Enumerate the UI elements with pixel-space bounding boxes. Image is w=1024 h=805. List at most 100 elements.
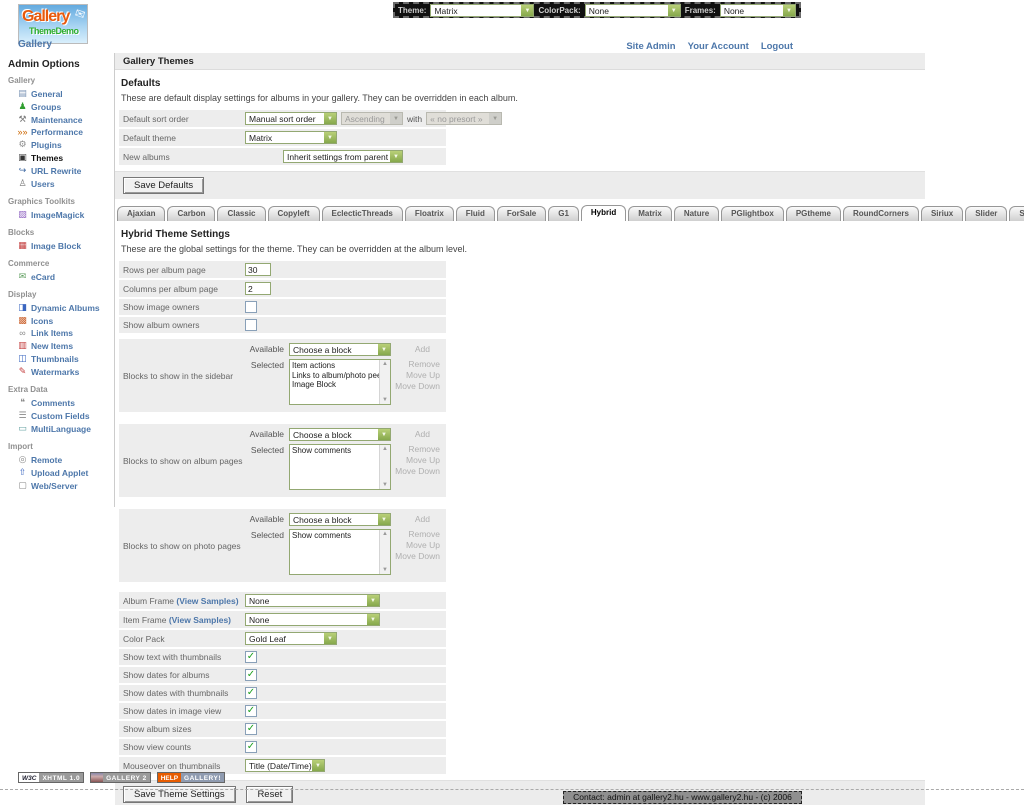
- selected-blocks-listbox[interactable]: Show comments▲▼: [289, 444, 391, 490]
- sidebar-item-web-server[interactable]: ▢Web/Server: [0, 479, 114, 492]
- scroll-down-icon[interactable]: ▼: [382, 397, 388, 403]
- sidebar-item-watermarks[interactable]: ✎Watermarks: [0, 365, 114, 378]
- remove-link[interactable]: Remove: [395, 359, 440, 370]
- sidebar-item-icons[interactable]: ▩Icons: [0, 314, 114, 327]
- sidebar-item-url-rewrite[interactable]: ↪URL Rewrite: [0, 164, 114, 177]
- text-input-rows-per-album-page[interactable]: [245, 263, 271, 276]
- sidebar-item-multilanguage[interactable]: ▭MultiLanguage: [0, 422, 114, 435]
- move-down-link[interactable]: Move Down: [395, 381, 440, 392]
- album-frame-select[interactable]: None▼: [245, 594, 380, 607]
- scroll-down-icon[interactable]: ▼: [382, 567, 388, 573]
- scroll-up-icon[interactable]: ▲: [382, 361, 388, 367]
- scrollbar[interactable]: ▲▼: [379, 445, 390, 489]
- checkbox[interactable]: ✓: [245, 705, 257, 717]
- checkbox[interactable]: ✓: [245, 687, 257, 699]
- scrollbar[interactable]: ▲▼: [379, 360, 390, 404]
- sidebar-item-groups[interactable]: ♟Groups: [0, 100, 114, 113]
- tab-pglightbox[interactable]: PGlightbox: [721, 206, 784, 221]
- sidebar-item-dynamic-albums[interactable]: ◨Dynamic Albums: [0, 301, 114, 314]
- move-down-link[interactable]: Move Down: [395, 466, 440, 477]
- add-link[interactable]: Add: [415, 428, 430, 439]
- checkbox[interactable]: [245, 319, 257, 331]
- tab-forsale[interactable]: ForSale: [497, 206, 546, 221]
- listbox-item[interactable]: Links to album/photo peers: [292, 371, 377, 381]
- w3c-xhtml-badge[interactable]: W3C XHTML 1.0: [18, 772, 84, 783]
- help-gallery-badge[interactable]: HELP GALLERY!: [157, 772, 225, 783]
- sidebar-item-performance[interactable]: »»Performance: [0, 126, 114, 138]
- sidebar-item-themes[interactable]: ▣Themes: [0, 151, 114, 164]
- tab-eclecticthreads[interactable]: EclecticThreads: [322, 206, 403, 221]
- view-samples-link[interactable]: (View Samples): [176, 596, 238, 606]
- view-samples-link[interactable]: (View Samples): [169, 615, 231, 625]
- selected-blocks-listbox[interactable]: Show comments▲▼: [289, 529, 391, 575]
- logout-link[interactable]: Logout: [761, 41, 793, 52]
- move-up-link[interactable]: Move Up: [395, 370, 440, 381]
- sidebar-item-upload-applet[interactable]: ⇧Upload Applet: [0, 466, 114, 479]
- default-sort-order-select[interactable]: Manual sort order▼: [245, 112, 337, 125]
- tab-splatbang[interactable]: Splatbang: [1009, 206, 1024, 221]
- move-up-link[interactable]: Move Up: [395, 540, 440, 551]
- tab-nature[interactable]: Nature: [674, 206, 719, 221]
- move-down-link[interactable]: Move Down: [395, 551, 440, 562]
- tab-pgtheme[interactable]: PGtheme: [786, 206, 841, 221]
- checkbox[interactable]: ✓: [245, 723, 257, 735]
- new-albums-select[interactable]: Inherit settings from parent album▼: [283, 150, 403, 163]
- listbox-item[interactable]: Item actions: [292, 361, 377, 371]
- tab-classic[interactable]: Classic: [217, 206, 265, 221]
- sidebar-item-thumbnails[interactable]: ◫Thumbnails: [0, 352, 114, 365]
- sidebar-item-remote[interactable]: ◎Remote: [0, 453, 114, 466]
- listbox-item[interactable]: Show comments: [292, 446, 377, 456]
- item-frame-select[interactable]: None▼: [245, 613, 380, 626]
- tab-g1[interactable]: G1: [548, 206, 579, 221]
- sidebar-item-comments[interactable]: ❝Comments: [0, 396, 114, 409]
- tab-floatrix[interactable]: Floatrix: [405, 206, 454, 221]
- checkbox[interactable]: ✓: [245, 741, 257, 753]
- tab-roundcorners[interactable]: RoundCorners: [843, 206, 919, 221]
- sidebar-item-imagemagick[interactable]: ▨ImageMagick: [0, 208, 114, 221]
- color-pack-select[interactable]: Gold Leaf▼: [245, 632, 337, 645]
- tab-hybrid[interactable]: Hybrid: [581, 205, 626, 221]
- sidebar-item-users[interactable]: ♙Users: [0, 177, 114, 190]
- tab-fluid[interactable]: Fluid: [456, 206, 495, 221]
- sidebar-item-plugins[interactable]: ⚙Plugins: [0, 138, 114, 151]
- checkbox[interactable]: ✓: [245, 669, 257, 681]
- add-link[interactable]: Add: [415, 343, 430, 354]
- mouseover-on-thumbnails-select[interactable]: Title (Date/Time)▼: [245, 759, 325, 772]
- sidebar-item-maintenance[interactable]: ⚒Maintenance: [0, 113, 114, 126]
- save-defaults-button[interactable]: Save Defaults: [123, 177, 204, 194]
- gallery-logo[interactable]: Gallery ThemeDemo ✉: [18, 4, 88, 44]
- remove-link[interactable]: Remove: [395, 529, 440, 540]
- selected-blocks-listbox[interactable]: Item actionsLinks to album/photo peersIm…: [289, 359, 391, 405]
- tab-ajaxian[interactable]: Ajaxian: [117, 206, 165, 221]
- gallery2-badge[interactable]: GALLERY 2: [90, 772, 151, 783]
- available-blocks-select[interactable]: Choose a block▼: [289, 513, 391, 526]
- scroll-up-icon[interactable]: ▲: [382, 446, 388, 452]
- theme-select[interactable]: Matrix ▼: [430, 4, 534, 17]
- remove-link[interactable]: Remove: [395, 444, 440, 455]
- listbox-item[interactable]: Image Block: [292, 380, 377, 390]
- your-account-link[interactable]: Your Account: [688, 41, 749, 52]
- tab-copyleft[interactable]: Copyleft: [268, 206, 320, 221]
- scroll-up-icon[interactable]: ▲: [382, 531, 388, 537]
- tab-carbon[interactable]: Carbon: [167, 206, 215, 221]
- scrollbar[interactable]: ▲▼: [379, 530, 390, 574]
- available-blocks-select[interactable]: Choose a block▼: [289, 343, 391, 356]
- text-input-columns-per-album-page[interactable]: [245, 282, 271, 295]
- tab-siriux[interactable]: Siriux: [921, 206, 963, 221]
- sidebar-item-custom-fields[interactable]: ☰Custom Fields: [0, 409, 114, 422]
- sidebar-item-new-items[interactable]: ▥New Items: [0, 339, 114, 352]
- sidebar-item-link-items[interactable]: ∞Link Items: [0, 327, 114, 339]
- listbox-item[interactable]: Show comments: [292, 531, 377, 541]
- checkbox[interactable]: [245, 301, 257, 313]
- checkbox[interactable]: ✓: [245, 651, 257, 663]
- tab-slider[interactable]: Slider: [965, 206, 1007, 221]
- default-theme-select[interactable]: Matrix▼: [245, 131, 337, 144]
- sidebar-item-image-block[interactable]: ▦Image Block: [0, 239, 114, 252]
- frames-select[interactable]: None ▼: [720, 4, 796, 17]
- scroll-down-icon[interactable]: ▼: [382, 482, 388, 488]
- sidebar-item-general[interactable]: ▤General: [0, 87, 114, 100]
- site-admin-link[interactable]: Site Admin: [626, 41, 675, 52]
- breadcrumb-gallery[interactable]: Gallery: [18, 39, 52, 50]
- sidebar-item-ecard[interactable]: ✉eCard: [0, 270, 114, 283]
- available-blocks-select[interactable]: Choose a block▼: [289, 428, 391, 441]
